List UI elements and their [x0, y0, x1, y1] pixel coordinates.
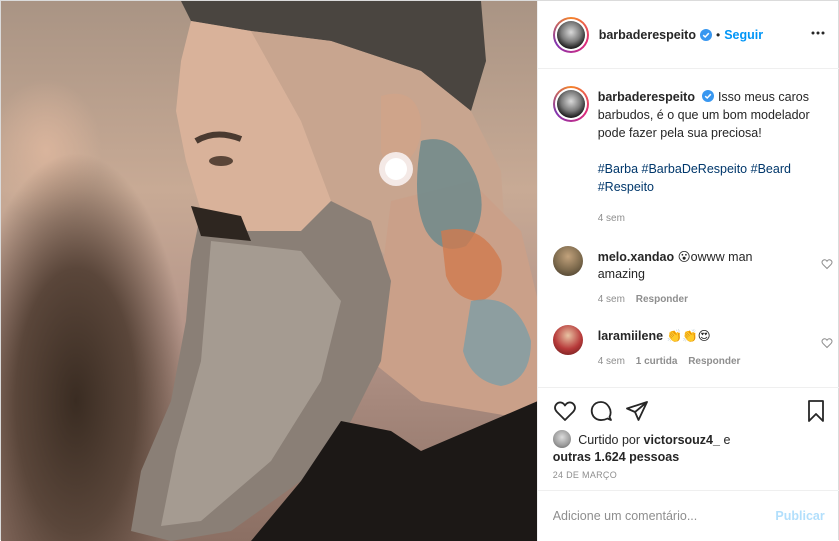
publish-button[interactable]: Publicar	[775, 509, 824, 523]
hashtag-link[interactable]: #Beard	[751, 162, 791, 176]
hashtag-link[interactable]: #BarbaDeRespeito	[642, 162, 748, 176]
comment-text: 👏👏😍	[666, 329, 711, 343]
separator-dot: •	[715, 27, 721, 42]
commenter-avatar[interactable]	[552, 325, 583, 355]
post-header: barbaderespeito • Seguir	[537, 1, 839, 69]
save-bookmark-icon[interactable]	[804, 399, 828, 423]
post-actions	[538, 399, 839, 423]
liker-avatar[interactable]	[552, 430, 571, 448]
caption-time: 4 sem	[598, 210, 818, 228]
commenter-avatar[interactable]	[552, 246, 583, 276]
avatar-inner	[554, 18, 587, 51]
comment-meta: 4 sem 1 curtida Responder	[598, 353, 798, 370]
comment-meta: 4 sem Responder	[598, 291, 798, 308]
more-options-icon[interactable]	[810, 25, 826, 41]
commenter-username[interactable]: melo.xandao	[598, 250, 674, 264]
bearded-man-illustration	[131, 1, 537, 541]
comment-input[interactable]	[552, 509, 753, 523]
likes-summary: Curtido por victorsouz4_ e outras 1.624 …	[552, 430, 833, 466]
instagram-post: barbaderespeito • Seguir barbaderespeito…	[0, 0, 839, 541]
post-photo[interactable]	[1, 1, 537, 541]
comment-body: laramiilene 👏👏😍 4 sem 1 curtida Responde…	[598, 328, 798, 370]
verified-badge-icon	[699, 28, 712, 41]
caption-username[interactable]: barbaderespeito	[598, 90, 695, 104]
avatar-image	[556, 90, 585, 118]
like-comment-heart-icon[interactable]	[821, 258, 833, 270]
post-date[interactable]: 24 DE MARÇO	[553, 470, 617, 480]
like-heart-icon[interactable]	[553, 399, 577, 423]
follow-button[interactable]: Seguir	[724, 28, 763, 42]
share-send-icon[interactable]	[625, 399, 649, 423]
commenter-username[interactable]: laramiilene	[598, 329, 663, 343]
comment-bubble-icon[interactable]	[589, 399, 613, 423]
author-avatar[interactable]	[552, 16, 589, 53]
likes-others-count[interactable]: outras 1.624 pessoas	[553, 450, 679, 464]
caption-text-block: barbaderespeito Isso meus caros barbudos…	[598, 88, 818, 228]
hashtag-link[interactable]: #Barba	[598, 162, 638, 176]
comment-body: melo.xandao 😮owww man amazing 4 sem Resp…	[598, 249, 798, 308]
comment-likes-count[interactable]: 1 curtida	[636, 356, 678, 367]
add-comment-bar: Publicar	[537, 490, 839, 541]
hashtag-link[interactable]: #Respeito	[598, 180, 654, 194]
verified-badge-icon	[702, 90, 715, 102]
avatar-image	[556, 20, 585, 49]
caption-avatar[interactable]	[552, 86, 589, 122]
avatar-inner	[554, 88, 587, 120]
comment-timestamp[interactable]: 4 sem	[598, 356, 625, 367]
comment-timestamp[interactable]: 4 sem	[598, 294, 625, 305]
likes-prefix: Curtido por	[578, 433, 641, 447]
comments-section: barbaderespeito Isso meus caros barbudos…	[537, 70, 839, 388]
like-comment-heart-icon[interactable]	[821, 337, 833, 349]
reply-button[interactable]: Responder	[636, 294, 688, 305]
caption-hashtags: #Barba #BarbaDeRespeito #Beard #Respeito	[598, 160, 818, 196]
caption-timestamp[interactable]: 4 sem	[598, 213, 625, 224]
likes-connector: e	[723, 433, 731, 447]
author-username[interactable]: barbaderespeito	[599, 28, 696, 42]
post-side-panel: barbaderespeito • Seguir barbaderespeito…	[536, 1, 839, 541]
reply-button[interactable]: Responder	[688, 356, 740, 367]
liker-username[interactable]: victorsouz4_	[644, 433, 720, 447]
